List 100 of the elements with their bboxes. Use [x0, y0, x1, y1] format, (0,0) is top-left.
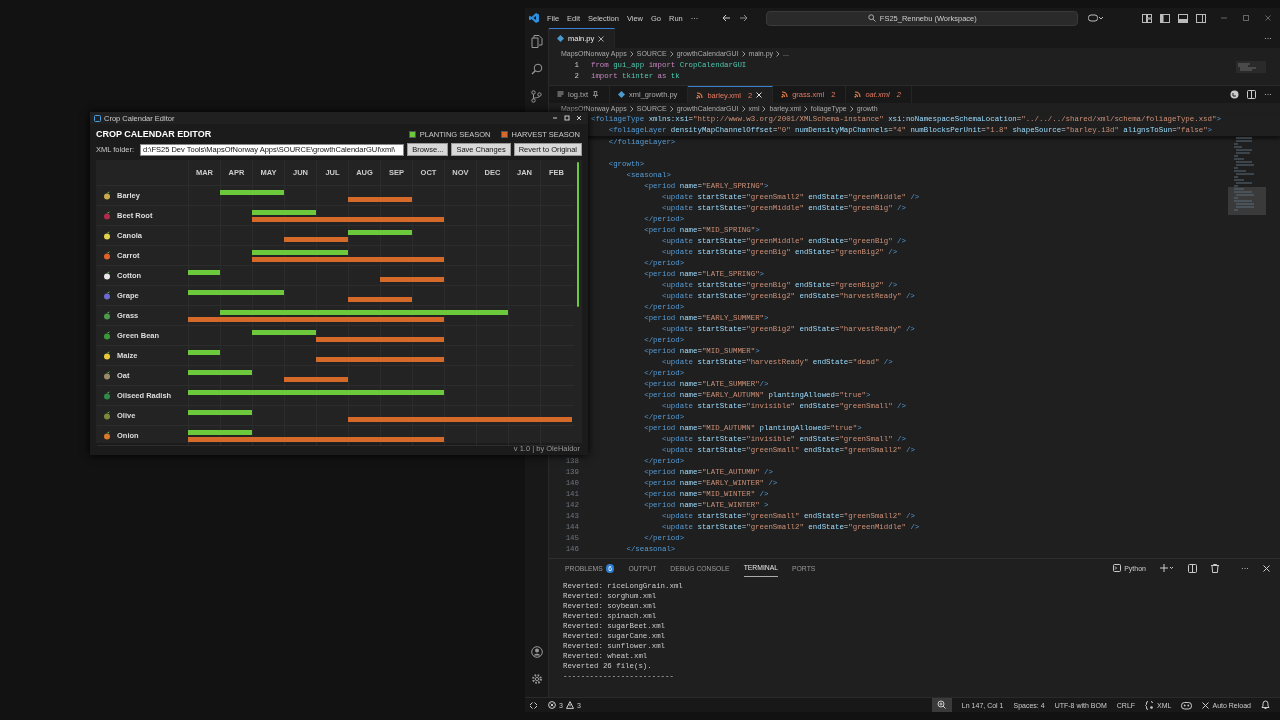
- split-terminal-icon[interactable]: [1188, 563, 1197, 573]
- plant-icon: [103, 311, 111, 320]
- layout-icon[interactable]: [1142, 13, 1152, 23]
- split-editor-icon[interactable]: [1247, 90, 1256, 99]
- vscode-logo-icon: [529, 13, 539, 23]
- minimize-icon[interactable]: [1220, 14, 1228, 22]
- harvest-segment[interactable]: [412, 217, 444, 222]
- planting-segment[interactable]: [252, 330, 284, 335]
- copilot-icon[interactable]: [1181, 700, 1193, 710]
- plant-icon: [103, 211, 111, 220]
- planting-segment[interactable]: [220, 310, 252, 315]
- copilot-icon[interactable]: [1088, 13, 1105, 23]
- harvest-segment[interactable]: [348, 417, 380, 422]
- plant-icon: [103, 271, 111, 280]
- app-icon: [94, 114, 101, 122]
- planting-segment[interactable]: [188, 390, 220, 395]
- compare-icon[interactable]: [1230, 90, 1239, 99]
- bell-icon[interactable]: [1261, 700, 1270, 710]
- planting-segment[interactable]: [412, 390, 444, 395]
- planting-segment[interactable]: [188, 370, 220, 375]
- plant-icon: [103, 291, 111, 300]
- scrollbar[interactable]: [576, 162, 580, 307]
- harvest-segment[interactable]: [348, 297, 380, 302]
- chevron-icon: [849, 105, 854, 112]
- more-actions[interactable]: ···: [1264, 33, 1272, 43]
- harvest-segment[interactable]: [412, 337, 444, 342]
- warning-icon: [565, 701, 574, 709]
- planting-segment[interactable]: [220, 190, 252, 195]
- harvest-segment[interactable]: [540, 417, 572, 422]
- harvest-segment[interactable]: [316, 377, 348, 382]
- harvest-segment[interactable]: [412, 257, 444, 262]
- planting-segment[interactable]: [220, 370, 252, 375]
- secondary-sidebar-icon[interactable]: [1196, 13, 1206, 23]
- planting-segment[interactable]: [284, 210, 316, 215]
- terminal-icon: [1113, 564, 1122, 572]
- harvest-segment[interactable]: [412, 277, 444, 282]
- plant-icon: [103, 411, 111, 420]
- planting-segment[interactable]: [188, 410, 220, 415]
- source-control-icon[interactable]: [531, 90, 542, 103]
- planting-segment[interactable]: [380, 230, 412, 235]
- harvest-segment[interactable]: [252, 257, 284, 262]
- harvest-segment[interactable]: [188, 437, 220, 442]
- planting-segment[interactable]: [252, 190, 284, 195]
- harvest-segment[interactable]: [188, 317, 220, 322]
- settings-icon[interactable]: [530, 673, 543, 685]
- more-actions[interactable]: ···: [1264, 90, 1272, 99]
- harvest-segment[interactable]: [252, 217, 284, 222]
- planting-segment[interactable]: [316, 250, 348, 255]
- minimize-icon[interactable]: [552, 115, 558, 121]
- minimap-drawing[interactable]: [1228, 137, 1266, 215]
- chevron-icon: [629, 105, 634, 112]
- harvest-segment[interactable]: [348, 197, 380, 202]
- plant-icon: [103, 231, 111, 240]
- planting-segment[interactable]: [252, 250, 284, 255]
- error-icon: [548, 701, 556, 709]
- minimap-drawing[interactable]: [1236, 61, 1266, 73]
- planting-segment[interactable]: [220, 410, 252, 415]
- close-icon[interactable]: [598, 35, 605, 42]
- back-arrow-icon[interactable]: [722, 14, 732, 22]
- zoom-icon[interactable]: [931, 698, 952, 712]
- planting-segment[interactable]: [188, 290, 220, 295]
- account-icon[interactable]: [530, 646, 543, 658]
- plant-icon: [103, 431, 111, 440]
- planting-segment[interactable]: [348, 230, 380, 235]
- forward-arrow-icon[interactable]: [739, 14, 749, 22]
- harvest-segment[interactable]: [380, 197, 412, 202]
- app-heading: CROP CALENDAR EDITOR: [96, 129, 212, 139]
- harvest-segment[interactable]: [316, 237, 348, 242]
- planting-segment[interactable]: [188, 430, 220, 435]
- plant-icon: [103, 371, 111, 380]
- harvest-segment[interactable]: [316, 337, 348, 342]
- harvest-segment[interactable]: [412, 437, 444, 442]
- harvest-segment[interactable]: [412, 317, 444, 322]
- pin-icon[interactable]: [592, 91, 599, 98]
- panel-toggle-icon[interactable]: [1178, 13, 1188, 23]
- planting-segment[interactable]: [188, 350, 220, 355]
- search-icon[interactable]: [530, 63, 543, 75]
- planting-segment[interactable]: [252, 290, 284, 295]
- plant-icon: [103, 391, 111, 400]
- planting-segment[interactable]: [220, 430, 252, 435]
- new-terminal-icon[interactable]: [1160, 564, 1174, 572]
- text-file-icon: [557, 91, 564, 98]
- trash-icon[interactable]: [1211, 563, 1219, 573]
- more-actions[interactable]: ···: [1241, 563, 1249, 573]
- maximize-icon[interactable]: [1242, 14, 1250, 22]
- planting-segment[interactable]: [476, 310, 508, 315]
- files-icon[interactable]: [530, 35, 543, 48]
- harvest-segment[interactable]: [412, 357, 444, 362]
- harvest-segment[interactable]: [284, 237, 316, 242]
- planting-segment[interactable]: [188, 270, 220, 275]
- planting-segment[interactable]: [252, 210, 284, 215]
- chevron-icon: [803, 105, 808, 112]
- sidebar-toggle-icon[interactable]: [1160, 13, 1170, 23]
- harvest-segment[interactable]: [316, 357, 348, 362]
- planting-segment[interactable]: [284, 330, 316, 335]
- chevron-icon: [669, 105, 674, 112]
- harvest-segment[interactable]: [284, 377, 316, 382]
- harvest-segment[interactable]: [380, 297, 412, 302]
- harvest-segment[interactable]: [380, 277, 412, 282]
- remote-icon[interactable]: [529, 700, 538, 710]
